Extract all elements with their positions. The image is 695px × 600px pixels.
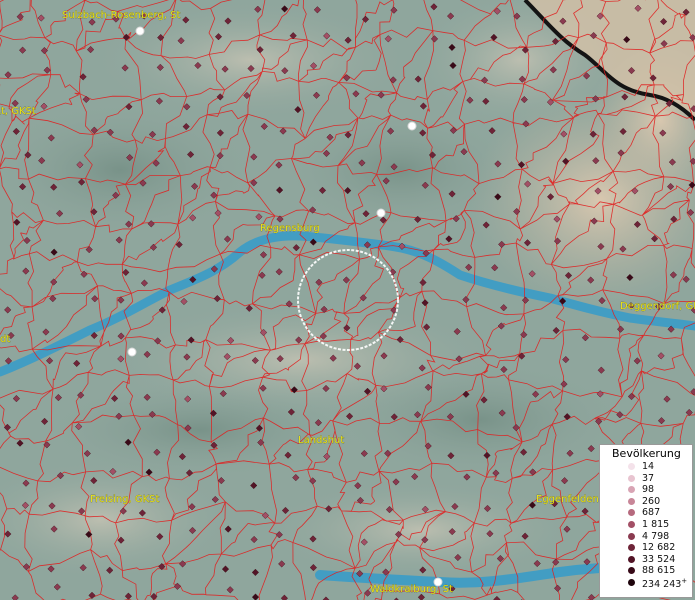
legend-swatch: [628, 463, 635, 470]
legend-value: 687: [642, 507, 661, 519]
legend-value: 33 524: [642, 553, 676, 565]
city-marker[interactable]: [127, 347, 137, 357]
legend-row: 33 524: [600, 554, 692, 566]
legend-swatch: [628, 555, 635, 563]
legend-row: 260: [600, 496, 692, 508]
legend-title: Bevölkerung: [612, 447, 681, 460]
legend-swatch: [628, 567, 635, 575]
legend-overflow-mark: +: [681, 576, 688, 585]
legend-row: 687: [600, 507, 692, 519]
legend-value: 14: [642, 461, 655, 472]
legend-value: 4 798: [642, 530, 670, 542]
city-label: Deggendorf, GK: [620, 301, 695, 312]
legend-swatch: [628, 544, 635, 552]
legend-rows: 14 37 98 260 687 1 815 4 798 12 682 33 524 88 615…: [600, 461, 692, 591]
legend-row: 98: [600, 484, 692, 496]
city-label: Freising, GKSt: [90, 494, 160, 505]
legend-value: 234 243+: [642, 576, 688, 591]
city-label: Regensburg: [260, 223, 320, 234]
legend-swatch: [628, 497, 635, 505]
legend-value: 37: [642, 472, 655, 484]
city-marker[interactable]: [433, 577, 443, 587]
city-label: Eggenfelden: [536, 494, 599, 505]
legend-swatch: [628, 578, 635, 586]
legend-swatch: [628, 520, 635, 528]
city-label: Sulzbach-Rosenberg, St: [62, 10, 180, 21]
legend-row: 88 615: [600, 565, 692, 577]
legend-swatch: [628, 532, 635, 540]
legend-swatch: [628, 509, 635, 517]
legend-row: 234 243+: [600, 576, 692, 591]
legend-row: 4 798: [600, 531, 692, 543]
city-marker[interactable]: [376, 208, 386, 218]
legend-row: 1 815: [600, 519, 692, 531]
legend-value: 12 682: [642, 542, 676, 554]
legend-row: 12 682: [600, 542, 692, 554]
legend-value: 1 815: [642, 518, 670, 530]
city-marker[interactable]: [135, 26, 145, 36]
map-canvas[interactable]: Sulzbach-Rosenberg, St Regensburg Deggen…: [0, 0, 695, 600]
legend-row: 37: [600, 473, 692, 485]
legend-value: 88 615: [642, 565, 676, 577]
city-label: Landshut: [298, 435, 344, 446]
legend-value: 98: [642, 484, 655, 496]
city-label: dt: [0, 334, 10, 345]
city-marker[interactable]: [407, 121, 417, 131]
city-label: Rt, GKSt: [0, 106, 36, 117]
population-legend: Bevölkerung 14 37 98 260 687 1 815 4 798 12 682…: [599, 444, 693, 598]
legend-swatch: [628, 474, 635, 482]
legend-swatch: [628, 486, 635, 494]
legend-value: 260: [642, 495, 661, 507]
legend-row: 14: [600, 461, 692, 473]
